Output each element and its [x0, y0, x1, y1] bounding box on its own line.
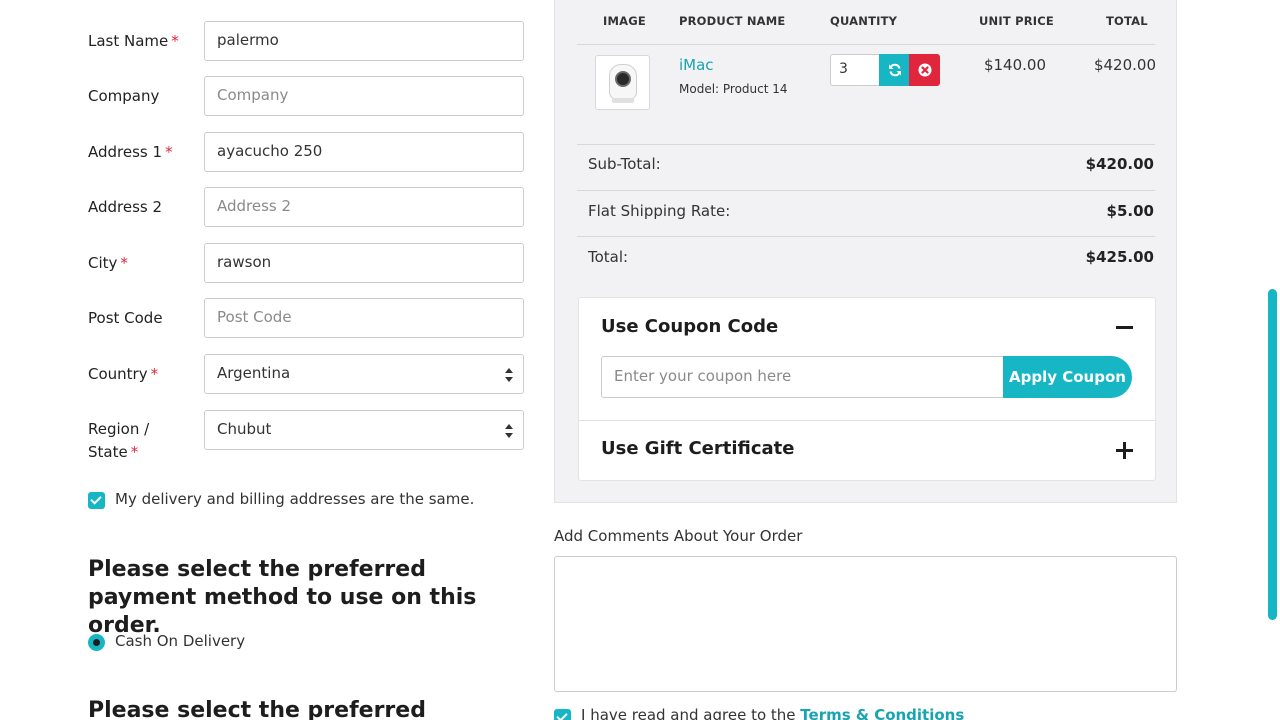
divider [577, 236, 1155, 237]
scrollbar-thumb[interactable] [1268, 289, 1277, 620]
same-address-checkbox[interactable] [88, 492, 105, 509]
last-name-label: Last Name * [88, 32, 179, 50]
col-header-total: TOTAL [1106, 14, 1148, 28]
cash-on-delivery-radio[interactable] [88, 634, 105, 651]
city-input[interactable]: rawson [204, 243, 524, 283]
required-marker: * [165, 143, 173, 161]
quantity-input[interactable]: 3 [830, 54, 880, 86]
same-address-label: My delivery and billing addresses are th… [115, 490, 475, 508]
total-label: Total: [588, 248, 629, 266]
col-header-image: IMAGE [603, 14, 646, 28]
col-header-product-name: PRODUCT NAME [679, 14, 786, 28]
company-input[interactable]: Company [204, 76, 524, 116]
coupon-input[interactable]: Enter your coupon here [601, 356, 1007, 398]
coupon-accordion: Use Coupon Code Enter your coupon here A… [578, 297, 1156, 481]
shipping-method-heading: Please select the preferred shipping [88, 698, 426, 720]
country-select[interactable]: Argentina [204, 354, 524, 394]
company-label: Company [88, 87, 160, 105]
update-quantity-button[interactable] [879, 54, 910, 86]
city-row: City * rawson [88, 243, 524, 283]
required-marker: * [120, 254, 128, 272]
region-label: Region / State * [88, 420, 150, 461]
last-name-input[interactable]: palermo [204, 21, 524, 61]
post-code-label: Post Code [88, 309, 163, 327]
col-header-quantity: QUANTITY [830, 14, 898, 28]
plus-icon[interactable] [1116, 442, 1133, 459]
divider [577, 190, 1155, 191]
address2-label: Address 2 [88, 198, 163, 216]
address1-label: Address 1 * [88, 143, 173, 161]
post-code-row: Post Code Post Code [88, 298, 524, 338]
line-total-value: $420.00 [1093, 56, 1156, 74]
terms-link[interactable]: Terms & Conditions [800, 706, 964, 720]
country-selected-value: Argentina [217, 364, 291, 382]
close-circle-icon [918, 63, 931, 77]
address2-input[interactable]: Address 2 [204, 187, 524, 227]
divider [577, 144, 1155, 145]
apply-coupon-button[interactable]: Apply Coupon [1003, 356, 1132, 398]
select-arrows-icon [505, 424, 513, 438]
remove-item-button[interactable] [909, 54, 940, 86]
region-row: Region / State * Chubut [88, 410, 524, 466]
required-marker: * [150, 365, 159, 383]
divider [579, 420, 1155, 421]
webcam-product-image-icon[interactable] [595, 55, 650, 110]
subtotal-value: $420.00 [1085, 155, 1154, 173]
coupon-accordion-title[interactable]: Use Coupon Code [601, 316, 778, 337]
company-row: Company Company [88, 76, 524, 116]
region-select[interactable]: Chubut [204, 410, 524, 450]
total-value: $425.00 [1085, 248, 1154, 266]
address2-row: Address 2 Address 2 [88, 187, 524, 227]
shipping-rate-label: Flat Shipping Rate: [588, 202, 731, 220]
cart-panel: IMAGE PRODUCT NAME QUANTITY UNIT PRICE T… [554, 0, 1177, 503]
terms-checkbox[interactable] [554, 709, 571, 720]
subtotal-label: Sub-Total: [588, 155, 661, 173]
post-code-input[interactable]: Post Code [204, 298, 524, 338]
required-marker: * [130, 443, 139, 461]
product-model: Model: Product 14 [679, 82, 788, 96]
comments-label: Add Comments About Your Order [554, 527, 803, 545]
refresh-icon [888, 63, 901, 77]
gift-certificate-title[interactable]: Use Gift Certificate [601, 438, 795, 459]
minus-icon[interactable] [1116, 326, 1133, 329]
region-selected-value: Chubut [217, 420, 272, 438]
divider [577, 44, 1155, 45]
comments-textarea[interactable] [554, 556, 1177, 692]
city-label: City * [88, 254, 128, 272]
address1-row: Address 1 * ayacucho 250 [88, 132, 524, 172]
shipping-rate-value: $5.00 [1106, 202, 1154, 220]
address1-input[interactable]: ayacucho 250 [204, 132, 524, 172]
product-name-link[interactable]: iMac [679, 56, 714, 74]
unit-price-value: $140.00 [983, 56, 1046, 74]
col-header-unit-price: UNIT PRICE [979, 14, 1054, 28]
cash-on-delivery-label: Cash On Delivery [115, 632, 246, 650]
country-row: Country * Argentina [88, 354, 524, 394]
page-scrollbar[interactable] [1265, 0, 1280, 720]
required-marker: * [171, 32, 179, 50]
country-label: Country * [88, 365, 159, 383]
select-arrows-icon [505, 368, 513, 382]
last-name-row: Last Name * palermo [88, 21, 524, 61]
terms-text: I have read and agree to the Terms & Con… [581, 706, 964, 720]
payment-method-heading: Please select the preferred payment meth… [88, 557, 477, 638]
